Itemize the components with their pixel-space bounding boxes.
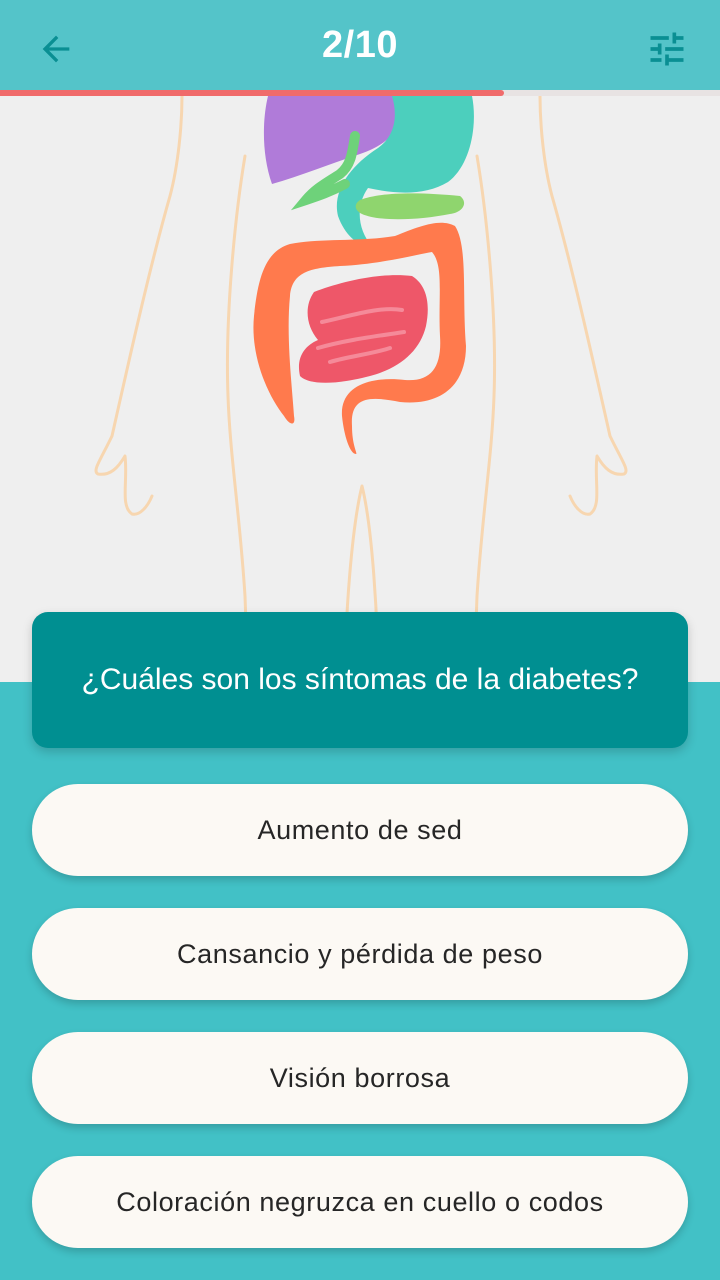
pancreas [355,193,465,220]
answer-option-4[interactable]: Coloración negruzca en cuello o codos [32,1156,688,1248]
answer-label: Cansancio y pérdida de peso [177,938,543,969]
answer-option-3[interactable]: Visión borrosa [32,1032,688,1124]
answer-label: Aumento de sed [257,814,463,845]
answer-option-2[interactable]: Cansancio y pérdida de peso [32,908,688,1000]
digestive-system-illustration [0,96,720,682]
progress-fill [0,90,504,96]
question-text: ¿Cuáles son los síntomas de la diabetes? [81,663,639,696]
tune-sliders-icon [650,32,684,66]
answer-label: Coloración negruzca en cuello o codos [116,1186,604,1217]
arrow-left-icon [42,35,70,63]
filter-button[interactable] [644,26,690,72]
answer-label: Visión borrosa [269,1062,451,1093]
answer-option-1[interactable]: Aumento de sed [32,784,688,876]
progress-bar [0,90,720,96]
small-intestine [298,275,428,383]
question-counter: 2/10 [322,23,398,66]
back-button[interactable] [34,27,78,71]
app-bar: 2/10 [0,0,720,90]
question-card: ¿Cuáles son los síntomas de la diabetes? [32,612,688,748]
